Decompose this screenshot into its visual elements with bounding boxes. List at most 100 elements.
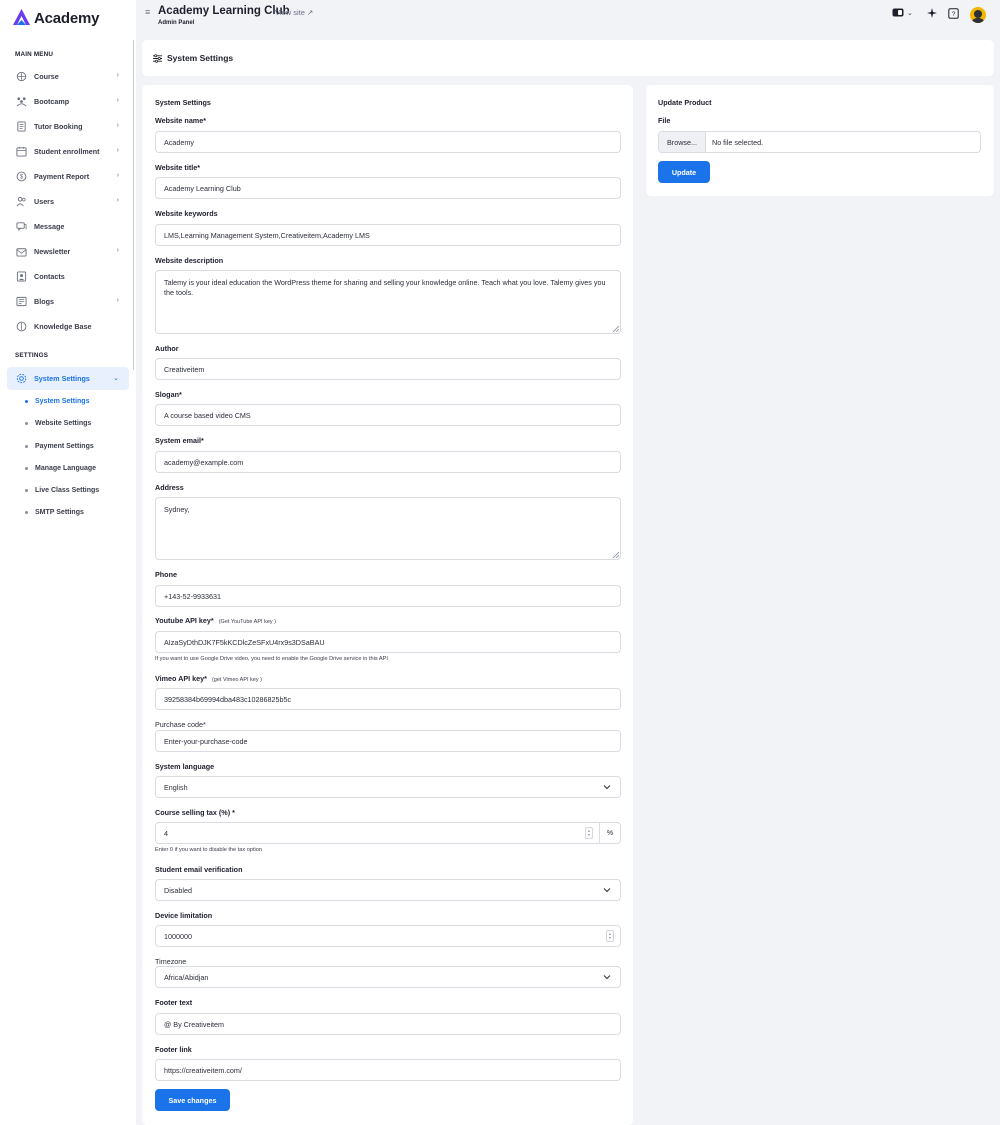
sidebar-item-label: Payment Report: [34, 172, 90, 181]
footer-link-label: Footer link: [155, 1045, 192, 1054]
vimeo-api-key-input[interactable]: 39258384b69994dba483c10286825b5c: [155, 688, 621, 710]
footer-text-input[interactable]: @ By Creativeitem: [155, 1013, 621, 1035]
ai-assistant-button[interactable]: [927, 8, 937, 18]
language-switcher[interactable]: ⌄: [892, 8, 913, 17]
device-limitation-label: Device limitation: [155, 911, 213, 920]
submenu-label: System Settings: [35, 398, 90, 405]
sidebar-item-label: Newsletter: [34, 247, 71, 256]
chevron-right-icon: ›: [116, 247, 119, 254]
sidebar-item-student-enrollment[interactable]: Student enrollment ›: [7, 140, 129, 163]
sidebar-item-course[interactable]: Course ›: [7, 65, 129, 88]
sidebar-item-label: Knowledge Base: [34, 322, 92, 331]
student-email-verification-label: Student email verification: [155, 865, 243, 874]
youtube-api-key-hint: If you want to use Google Drive video, y…: [155, 656, 388, 662]
sidebar-item-contacts[interactable]: Contacts: [7, 265, 129, 288]
message-icon: [16, 221, 27, 232]
browse-button[interactable]: Browse...: [659, 132, 706, 152]
submenu-smtp-settings[interactable]: SMTP Settings: [25, 509, 84, 516]
system-language-label: System language: [155, 762, 215, 771]
sidebar-item-users[interactable]: Users ›: [7, 190, 129, 213]
sidebar-item-tutor-booking[interactable]: Tutor Booking ›: [7, 115, 129, 138]
website-name-input[interactable]: Academy: [155, 131, 621, 153]
phone-input[interactable]: +143-52-9933631: [155, 585, 621, 607]
enrollment-icon: [16, 146, 27, 157]
author-label: Author: [155, 344, 179, 353]
timezone-select[interactable]: Africa/Abidjan: [155, 966, 621, 988]
website-description-textarea[interactable]: Talemy is your ideal education the WordP…: [155, 270, 621, 334]
academy-logo-icon: [13, 9, 30, 25]
timezone-value: Africa/Abidjan: [164, 972, 209, 982]
bullet-icon: [25, 511, 28, 514]
sidebar-scrollbar[interactable]: [133, 40, 134, 370]
get-vimeo-api-key-link[interactable]: (get Vimeo API key ): [212, 677, 262, 683]
website-name-label: Website name*: [155, 116, 206, 125]
bullet-icon: [25, 400, 28, 403]
save-changes-button[interactable]: Save changes: [155, 1089, 230, 1111]
submenu-live-class-settings[interactable]: Live Class Settings: [25, 487, 99, 494]
number-stepper[interactable]: ▲ ▼: [606, 930, 614, 942]
website-title-input[interactable]: Academy Learning Club: [155, 177, 621, 199]
submenu-manage-language[interactable]: Manage Language: [25, 465, 96, 472]
sidebar-item-bootcamp[interactable]: Bootcamp ›: [7, 90, 129, 113]
chevron-down-icon: ⌄: [907, 9, 913, 17]
number-stepper[interactable]: ▲ ▼: [585, 827, 593, 839]
get-youtube-api-key-link[interactable]: (Get YouTube API key ): [219, 619, 276, 625]
submenu-system-settings[interactable]: System Settings: [25, 398, 89, 405]
system-email-input[interactable]: academy@example.com: [155, 451, 621, 473]
chevron-down-icon: ⌄: [113, 375, 119, 382]
user-avatar[interactable]: [970, 7, 986, 23]
sidebar-item-knowledge-base[interactable]: Knowledge Base: [7, 315, 129, 338]
purchase-code-input[interactable]: Enter-your-purchase-code: [155, 730, 621, 752]
blogs-icon: [16, 296, 27, 307]
submenu-label: Manage Language: [35, 465, 97, 472]
update-button[interactable]: Update: [658, 161, 710, 183]
sidebar-item-system-settings[interactable]: System Settings ⌄: [7, 367, 129, 390]
address-textarea[interactable]: Sydney,: [155, 497, 621, 560]
course-selling-tax-value: 4: [164, 828, 168, 838]
sidebar-item-message[interactable]: Message: [7, 215, 129, 238]
slogan-input[interactable]: A course based video CMS: [155, 404, 621, 426]
youtube-api-key-label: Youtube API key* (Get YouTube API key ): [155, 616, 276, 625]
author-input[interactable]: Creativeitem: [155, 358, 621, 380]
youtube-api-key-input[interactable]: AIzaSyDthDJK7F5kKCDlcZeSFxU4rx9s3DSaBAU: [155, 631, 621, 653]
website-keywords-input[interactable]: LMS,Learning Management System,Creativei…: [155, 224, 621, 246]
course-icon: [16, 71, 27, 82]
percent-addon: %: [599, 822, 621, 844]
sidebar-item-blogs[interactable]: Blogs ›: [7, 290, 129, 313]
chevron-right-icon: ›: [116, 122, 119, 129]
footer-link-input[interactable]: https://creativeitem.com/: [155, 1059, 621, 1081]
sidebar-item-payment-report[interactable]: $ Payment Report ›: [7, 165, 129, 188]
course-selling-tax-input[interactable]: 4 ▲ ▼: [155, 822, 600, 844]
topbar: ≡ Academy Learning Club View site ↗ Admi…: [136, 0, 1000, 40]
address-text: Sydney,: [164, 505, 190, 514]
bootcamp-icon: [16, 96, 27, 107]
sidebar-item-newsletter[interactable]: Newsletter ›: [7, 240, 129, 263]
resize-handle-icon[interactable]: [613, 552, 619, 558]
hamburger-menu-icon[interactable]: ≡: [145, 7, 150, 17]
brand-logo[interactable]: Academy: [11, 8, 100, 28]
chevron-right-icon: ›: [116, 72, 119, 79]
student-email-verification-select[interactable]: Disabled: [155, 879, 621, 901]
website-description-label: Website description: [155, 256, 224, 265]
brand-name: Academy: [34, 9, 100, 27]
system-language-select[interactable]: English: [155, 776, 621, 798]
chevron-right-icon: ›: [116, 172, 119, 179]
bullet-icon: [25, 489, 28, 492]
main-menu-heading: MAIN MENU: [15, 51, 54, 58]
sidebar-item-label: Contacts: [34, 272, 65, 281]
help-button[interactable]: ?: [948, 8, 959, 19]
view-site-link[interactable]: View site ↗: [275, 8, 313, 17]
sidebar-item-label: Users: [34, 197, 54, 206]
sidebar-item-label: System Settings: [34, 374, 90, 383]
course-selling-tax-label: Course selling tax (%) *: [155, 808, 235, 817]
gear-icon: [16, 373, 27, 384]
device-limitation-input[interactable]: 1000000 ▲ ▼: [155, 925, 621, 947]
resize-handle-icon[interactable]: [613, 326, 619, 332]
file-status: No file selected.: [712, 137, 764, 147]
submenu-website-settings[interactable]: Website Settings: [25, 420, 91, 427]
knowledge-base-icon: [16, 321, 27, 332]
file-input[interactable]: Browse... No file selected.: [658, 131, 981, 153]
chevron-down-icon: [603, 785, 611, 790]
submenu-payment-settings[interactable]: Payment Settings: [25, 443, 94, 450]
sparkle-icon: [927, 8, 937, 18]
